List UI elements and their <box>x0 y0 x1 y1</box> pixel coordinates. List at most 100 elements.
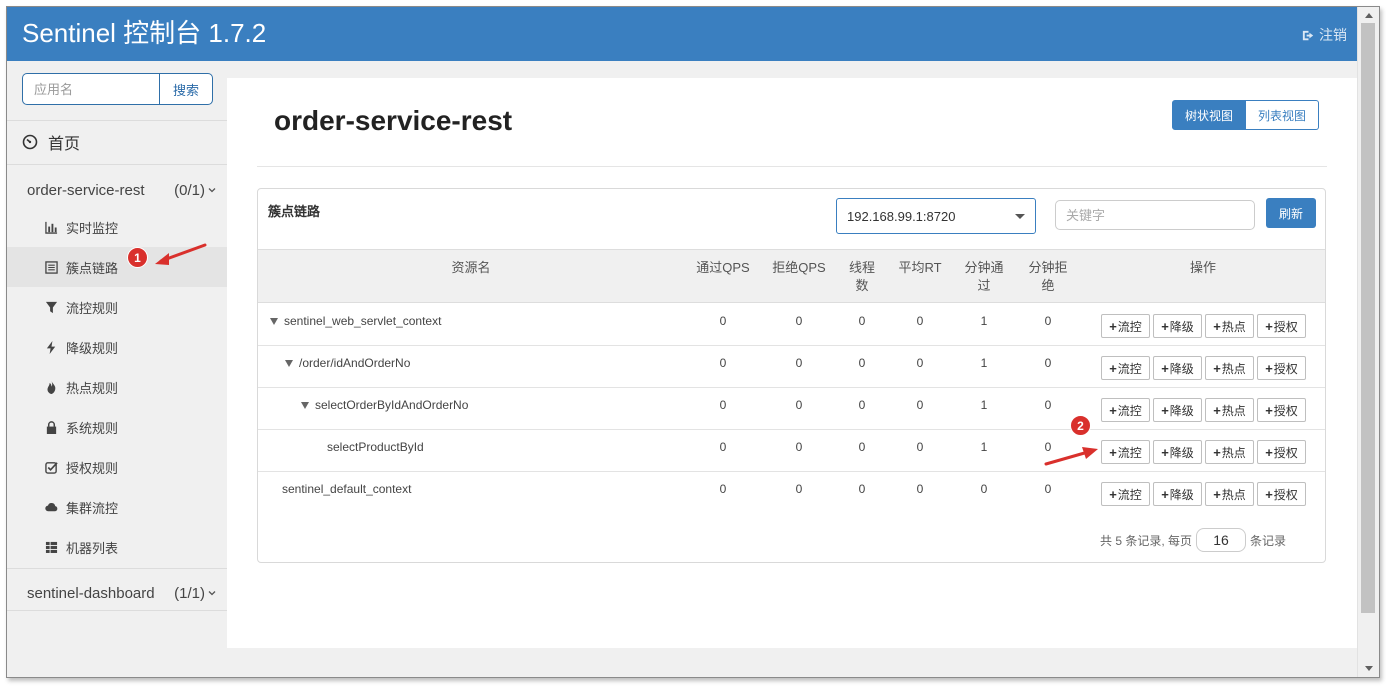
add-auth-rule-button[interactable]: + 授权 <box>1257 482 1306 506</box>
cell-threads: 0 <box>858 398 866 412</box>
page-size-input[interactable]: 16 <box>1196 528 1247 552</box>
menu-label: 降级规则 <box>66 340 119 356</box>
logout-link[interactable]: 注销 <box>1301 25 1347 45</box>
cell-block-qps: 0 <box>795 482 803 496</box>
add-hotspot-rule-button[interactable]: + 热点 <box>1205 314 1254 338</box>
button-label: 降级 <box>1169 403 1194 418</box>
menu-auth-rules[interactable]: 授权规则 <box>7 447 227 487</box>
brand-title[interactable]: Sentinel 控制台 1.7.2 <box>22 17 266 49</box>
col-min-pass: 分钟通过 <box>961 259 1007 295</box>
add-degrade-rule-button[interactable]: + 降级 <box>1153 356 1202 380</box>
plus-icon: + <box>1213 486 1221 502</box>
top-navbar: Sentinel 控制台 1.7.2 注销 <box>7 7 1357 61</box>
keyword-input[interactable] <box>1055 200 1255 230</box>
button-label: 热点 <box>1221 319 1246 334</box>
menu-system-rules[interactable]: 系统规则 <box>7 407 227 447</box>
divider <box>7 610 227 611</box>
col-resource: 资源名 <box>451 260 491 275</box>
tree-toggle-icon[interactable] <box>270 317 278 325</box>
menu-label: 机器列表 <box>66 540 119 556</box>
add-flow-rule-button[interactable]: + 流控 <box>1101 356 1150 380</box>
button-label: 授权 <box>1273 445 1298 460</box>
table-row: sentinel_web_servlet_context 0 0 0 0 1 0 + 流控 + 降级… <box>258 304 1325 346</box>
button-label: 授权 <box>1273 361 1298 376</box>
menu-degrade-rules[interactable]: 降级规则 <box>7 327 227 367</box>
nav-home[interactable]: 首页 <box>22 131 80 153</box>
app-order-service-rest[interactable]: order-service-rest (0/1) <box>27 179 217 201</box>
col-min-block: 分钟拒绝 <box>1025 259 1071 295</box>
col-ops: 操作 <box>1189 260 1216 275</box>
resource-name-cell: /order/idAndOrderNo <box>285 356 410 370</box>
plus-icon: + <box>1161 318 1169 334</box>
add-hotspot-rule-button[interactable]: + 热点 <box>1205 440 1254 464</box>
app-sentinel-dashboard[interactable]: sentinel-dashboard (1/1) <box>27 582 217 604</box>
menu-flow-rules[interactable]: 流控规则 <box>7 287 227 327</box>
button-label: 流控 <box>1117 361 1142 376</box>
add-flow-rule-button[interactable]: + 流控 <box>1101 314 1150 338</box>
nav-home-label: 首页 <box>48 136 81 153</box>
add-flow-rule-button[interactable]: + 流控 <box>1101 398 1150 422</box>
add-degrade-rule-button[interactable]: + 降级 <box>1153 398 1202 422</box>
button-label: 授权 <box>1273 319 1298 334</box>
app-search-input[interactable] <box>22 73 159 105</box>
annotation-badge-1: 1 <box>127 247 148 268</box>
cell-min-block: 0 <box>1044 356 1052 370</box>
cell-avg-rt: 0 <box>916 314 924 328</box>
col-min-pass-line1: 分钟通 <box>964 260 1004 275</box>
cell-avg-rt: 0 <box>916 482 924 496</box>
add-hotspot-rule-button[interactable]: + 热点 <box>1205 398 1254 422</box>
add-degrade-rule-button[interactable]: + 降级 <box>1153 314 1202 338</box>
cloud-icon <box>44 500 59 515</box>
col-threads-line1: 线程 <box>848 260 875 275</box>
add-degrade-rule-button[interactable]: + 降级 <box>1153 440 1202 464</box>
menu-label: 簇点链路 <box>66 260 119 276</box>
table-header: 资源名 通过QPS 拒绝QPS 线程数 平均RT 分钟通过 分钟拒绝 操作 <box>258 249 1325 303</box>
button-label: 降级 <box>1169 487 1194 502</box>
machine-select[interactable]: 192.168.99.1:8720 <box>836 198 1036 234</box>
add-hotspot-rule-button[interactable]: + 热点 <box>1205 356 1254 380</box>
tree-toggle-icon[interactable] <box>301 401 309 409</box>
button-label: 热点 <box>1221 445 1246 460</box>
menu-hotspot-rules[interactable]: 热点规则 <box>7 367 227 407</box>
row-actions: + 流控 + 降级 + 热点 + 授权 <box>1101 398 1306 422</box>
menu-machine-list[interactable]: 机器列表 <box>7 527 227 567</box>
app-name: sentinel-dashboard <box>27 584 155 602</box>
add-flow-rule-button[interactable]: + 流控 <box>1101 482 1150 506</box>
menu-cluster-flow[interactable]: 集群流控 <box>7 487 227 527</box>
cell-min-block: 0 <box>1044 314 1052 328</box>
plus-icon: + <box>1213 402 1221 418</box>
cell-min-pass: 1 <box>980 356 988 370</box>
cell-pass-qps: 0 <box>719 356 727 370</box>
plus-icon: + <box>1161 444 1169 460</box>
tree-toggle-icon[interactable] <box>285 359 293 367</box>
scroll-up-icon[interactable] <box>1365 13 1373 18</box>
cell-avg-rt: 0 <box>916 398 924 412</box>
col-min-pass-line2: 过 <box>977 278 991 293</box>
refresh-button[interactable]: 刷新 <box>1266 198 1316 228</box>
resource-name-cell: sentinel_web_servlet_context <box>270 314 441 328</box>
button-label: 热点 <box>1221 487 1246 502</box>
add-auth-rule-button[interactable]: + 授权 <box>1257 314 1306 338</box>
add-auth-rule-button[interactable]: + 授权 <box>1257 440 1306 464</box>
add-hotspot-rule-button[interactable]: + 热点 <box>1205 482 1254 506</box>
scroll-down-icon[interactable] <box>1365 666 1373 671</box>
caret-down-icon <box>1015 213 1025 219</box>
page-title: order-service-rest <box>274 105 513 136</box>
scroll-thumb[interactable] <box>1361 23 1375 613</box>
filter-icon <box>44 300 59 315</box>
add-auth-rule-button[interactable]: + 授权 <box>1257 356 1306 380</box>
pager-prefix: 共 5 条记录, 每页 <box>1100 533 1193 548</box>
app-search-group: 搜索 <box>22 73 213 105</box>
chevron-down-icon <box>208 591 216 596</box>
plus-icon: + <box>1265 318 1273 334</box>
add-degrade-rule-button[interactable]: + 降级 <box>1153 482 1202 506</box>
app-search-button[interactable]: 搜索 <box>159 73 213 105</box>
vertical-scrollbar[interactable] <box>1357 7 1379 677</box>
list-view-button[interactable]: 列表视图 <box>1245 100 1319 130</box>
view-toggle: 树状视图 列表视图 <box>1171 100 1319 130</box>
tree-view-button[interactable]: 树状视图 <box>1171 100 1246 130</box>
resource-name: /order/idAndOrderNo <box>299 356 411 370</box>
app-count: (0/1) <box>174 181 205 199</box>
sign-out-icon <box>1302 30 1314 40</box>
add-auth-rule-button[interactable]: + 授权 <box>1257 398 1306 422</box>
